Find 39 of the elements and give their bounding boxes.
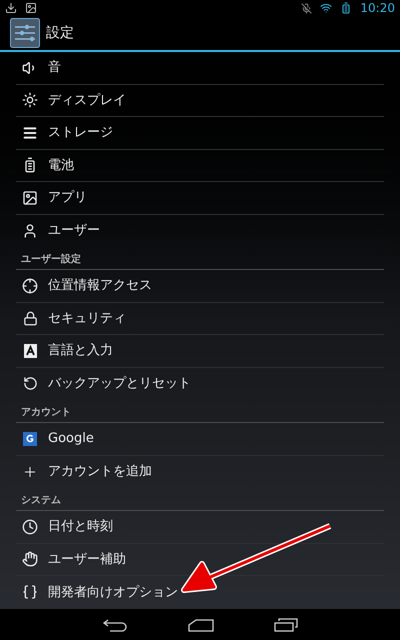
clock-icon <box>22 518 38 535</box>
settings-item[interactable]: ユーザー <box>16 214 384 247</box>
settings-app-icon[interactable] <box>10 18 40 48</box>
battery-icon <box>340 2 352 14</box>
lock-icon <box>22 310 38 326</box>
location-icon <box>22 278 38 294</box>
window-title: 設定 <box>46 24 74 42</box>
section-header: システム <box>21 494 61 508</box>
braces-icon <box>22 584 38 600</box>
settings-item[interactable]: 電池 <box>16 150 384 182</box>
download-icon <box>5 2 17 14</box>
settings-item[interactable]: バックアップとリセット <box>16 368 384 400</box>
settings-item[interactable]: 音 <box>16 52 384 84</box>
settings-item[interactable]: 位置情報アクセス <box>16 270 384 302</box>
restore-icon <box>22 376 38 392</box>
hand-icon <box>22 551 38 568</box>
settings-item[interactable]: ディスプレイ <box>16 84 384 117</box>
brightness-icon <box>22 92 38 108</box>
recent-apps-icon[interactable] <box>274 618 298 632</box>
back-icon[interactable] <box>102 618 128 632</box>
image-icon <box>22 190 38 206</box>
image-icon <box>25 2 37 14</box>
settings-item[interactable]: Google <box>16 423 384 456</box>
google-icon <box>23 432 37 446</box>
section-header: アカウント <box>21 406 71 420</box>
storage-icon <box>22 124 38 141</box>
settings-item[interactable]: 言語と入力 <box>16 335 384 368</box>
user-icon <box>22 222 38 239</box>
section-header: ユーザー設定 <box>21 252 81 267</box>
mute-icon <box>301 2 312 14</box>
settings-item[interactable]: アプリ <box>16 182 384 214</box>
settings-item[interactable]: アカウントを追加 <box>16 456 384 488</box>
home-icon[interactable] <box>188 618 214 632</box>
language-icon <box>24 344 36 358</box>
settings-item[interactable]: セキュリティ <box>16 302 384 335</box>
clock-time: 10:20 <box>360 0 395 17</box>
settings-item[interactable]: 開発者向けオプション <box>16 576 384 608</box>
settings-item[interactable]: ストレージ <box>16 117 384 150</box>
settings-item[interactable]: 日付と時刻 <box>16 511 384 544</box>
